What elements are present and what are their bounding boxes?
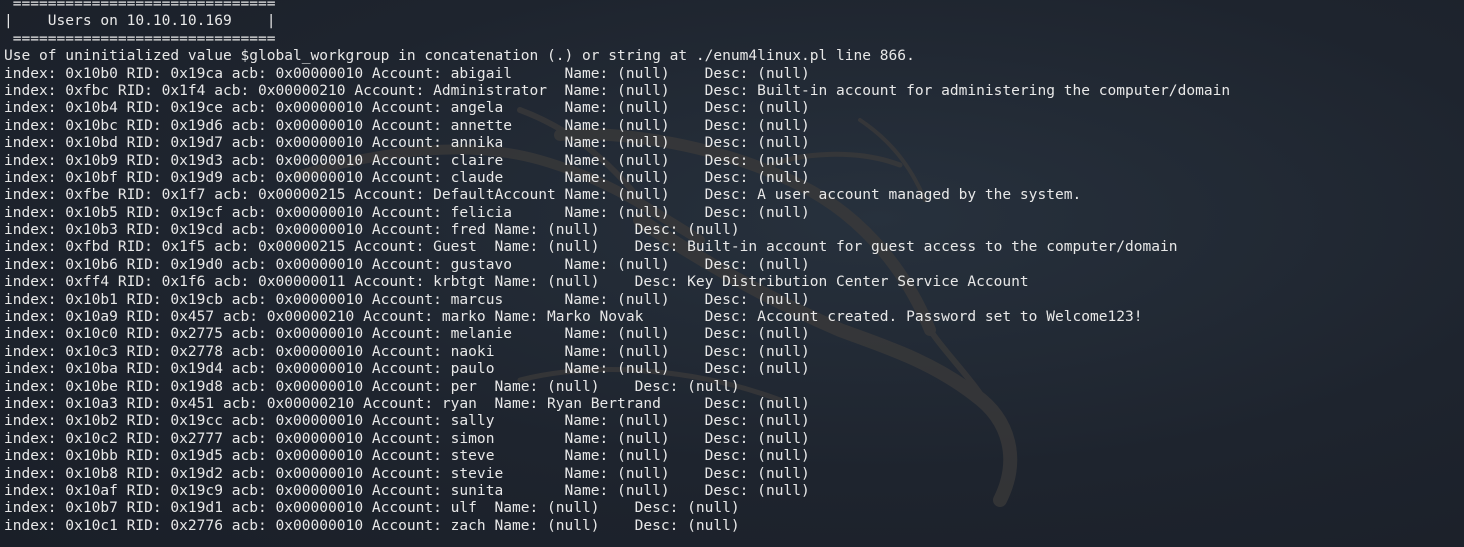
- user-row: index: 0x10be RID: 0x19d8 acb: 0x0000001…: [4, 377, 740, 395]
- header-top-border: ==============================: [4, 0, 276, 12]
- header-bottom-border: ==============================: [4, 29, 276, 47]
- user-row: index: 0x10b5 RID: 0x19cf acb: 0x0000001…: [4, 203, 810, 221]
- terminal-window[interactable]: ============================== | Users on…: [0, 0, 1464, 547]
- user-row: index: 0x10a3 RID: 0x451 acb: 0x00000210…: [4, 394, 810, 412]
- user-row: index: 0x10c2 RID: 0x2777 acb: 0x0000001…: [4, 429, 810, 447]
- user-row: index: 0x10bb RID: 0x19d5 acb: 0x0000001…: [4, 447, 810, 465]
- user-row: index: 0x10ba RID: 0x19d4 acb: 0x0000001…: [4, 360, 810, 378]
- user-row: index: 0xff4 RID: 0x1f6 acb: 0x00000011 …: [4, 273, 1029, 291]
- user-row: index: 0x10b9 RID: 0x19d3 acb: 0x0000001…: [4, 151, 810, 169]
- warning-line: Use of uninitialized value $global_workg…: [4, 47, 915, 65]
- terminal-output[interactable]: ============================== | Users on…: [4, 0, 1230, 534]
- user-row: index: 0x10c1 RID: 0x2776 acb: 0x0000001…: [4, 516, 740, 534]
- user-row: index: 0x10b2 RID: 0x19cc acb: 0x0000001…: [4, 412, 810, 430]
- user-row: index: 0x10b0 RID: 0x19ca acb: 0x0000001…: [4, 64, 810, 82]
- user-row: index: 0x10b6 RID: 0x19d0 acb: 0x0000001…: [4, 255, 810, 273]
- user-row: index: 0x10c0 RID: 0x2775 acb: 0x0000001…: [4, 325, 810, 343]
- user-row: index: 0x10b3 RID: 0x19cd acb: 0x0000001…: [4, 221, 740, 239]
- user-row: index: 0x10b8 RID: 0x19d2 acb: 0x0000001…: [4, 464, 810, 482]
- user-row: index: 0xfbe RID: 0x1f7 acb: 0x00000215 …: [4, 186, 1082, 204]
- user-row: index: 0x10bf RID: 0x19d9 acb: 0x0000001…: [4, 168, 810, 186]
- user-row: index: 0x10c3 RID: 0x2778 acb: 0x0000001…: [4, 342, 810, 360]
- user-row: index: 0xfbd RID: 0x1f5 acb: 0x00000215 …: [4, 238, 1178, 256]
- user-row: index: 0x10af RID: 0x19c9 acb: 0x0000001…: [4, 481, 810, 499]
- user-row: index: 0x10b4 RID: 0x19ce acb: 0x0000001…: [4, 99, 810, 117]
- user-row: index: 0x10a9 RID: 0x457 acb: 0x00000210…: [4, 308, 1143, 326]
- user-row: index: 0x10b1 RID: 0x19cb acb: 0x0000001…: [4, 290, 810, 308]
- header-title: | Users on 10.10.10.169 |: [4, 12, 276, 30]
- user-row: index: 0x10b7 RID: 0x19d1 acb: 0x0000001…: [4, 499, 740, 517]
- user-row: index: 0x10bc RID: 0x19d6 acb: 0x0000001…: [4, 116, 810, 134]
- user-row: index: 0x10bd RID: 0x19d7 acb: 0x0000001…: [4, 134, 810, 152]
- user-row: index: 0xfbc RID: 0x1f4 acb: 0x00000210 …: [4, 81, 1231, 99]
